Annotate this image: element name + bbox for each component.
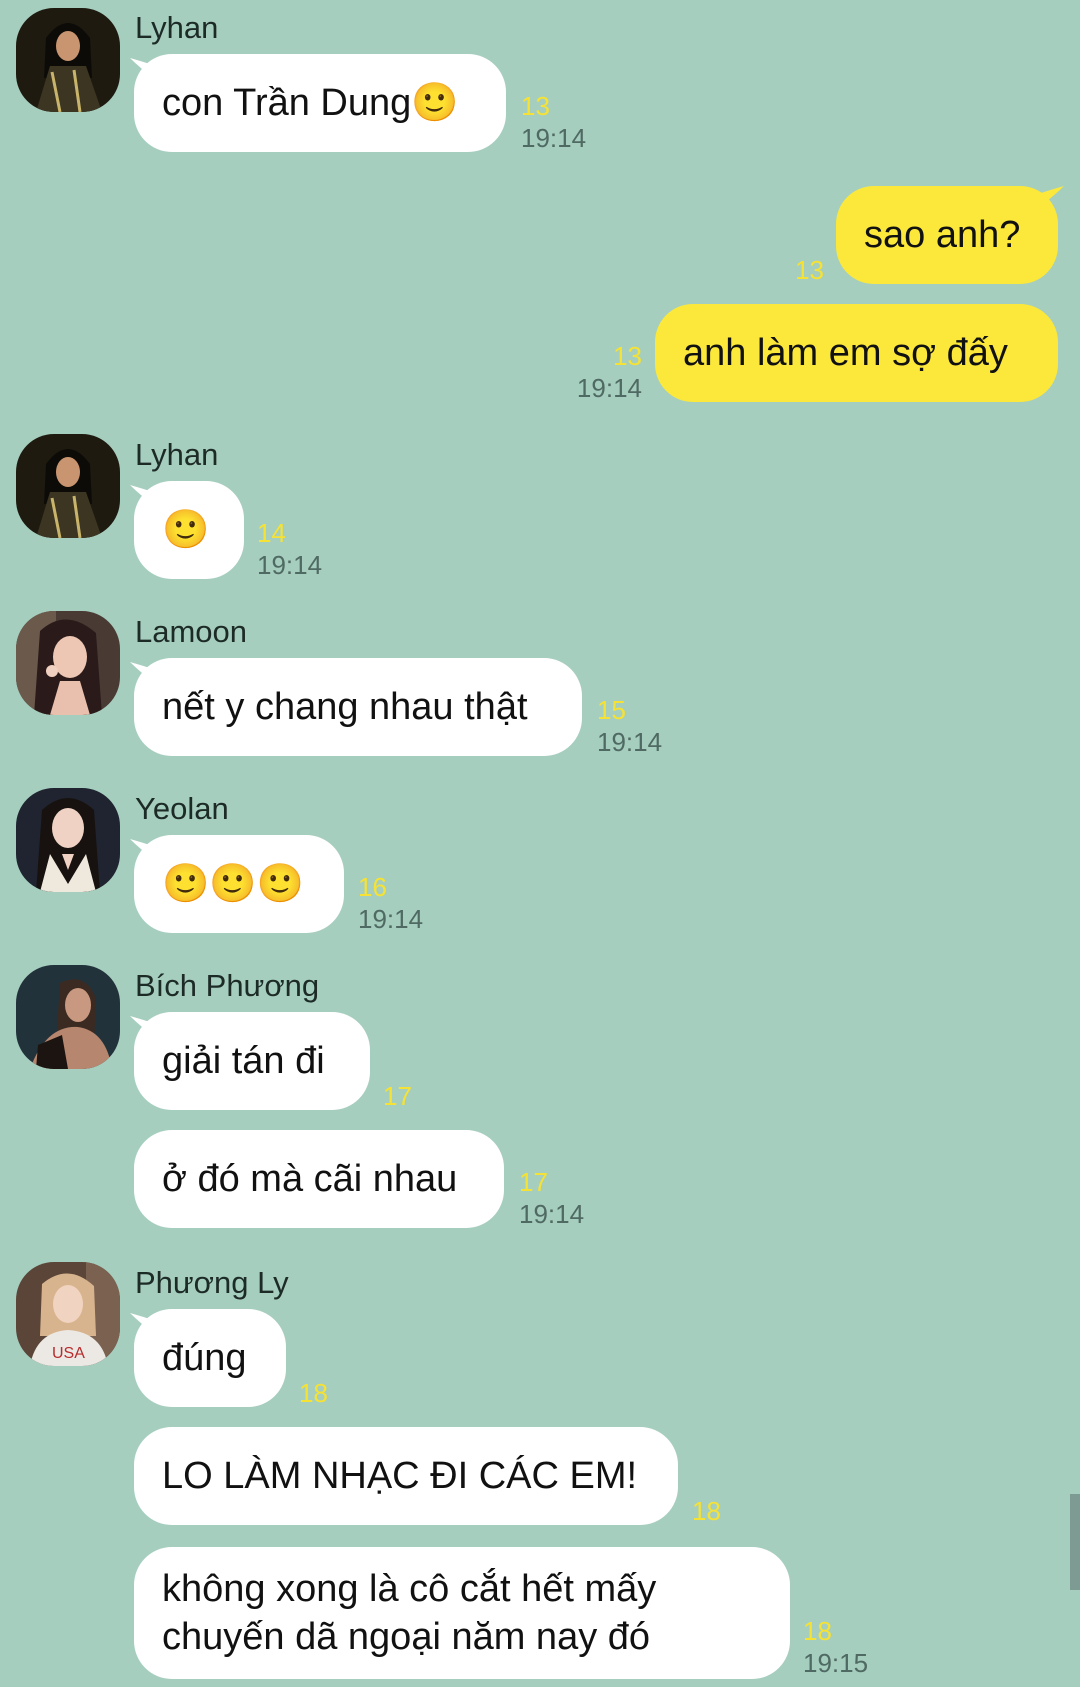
message-meta: 13 19:14 (521, 90, 586, 154)
message-time: 19:14 (597, 727, 663, 757)
unread-count: 13 (613, 341, 642, 371)
avatar-lamoon[interactable] (16, 611, 120, 715)
unread-count: 13 (795, 255, 824, 285)
message-meta: 17 (383, 1080, 412, 1112)
message-meta: 18 (299, 1377, 328, 1409)
message-time: 19:15 (803, 1648, 869, 1678)
message-bubble[interactable]: con Trần Dung🙂 (134, 54, 506, 152)
message-text: ở đó mà cãi nhau (162, 1157, 458, 1200)
message-text: con Trần Dung🙂 (162, 82, 459, 124)
unread-count: 18 (803, 1616, 832, 1646)
message-text: không xong là cô cắt hết mấy chuyến dã n… (162, 1568, 657, 1658)
message-text: sao anh? (864, 213, 1021, 256)
message-bubble[interactable]: giải tán đi (134, 1012, 370, 1110)
message-meta: 14 19:14 (257, 517, 322, 581)
avatar-yeolan[interactable] (16, 788, 120, 892)
message-bubble[interactable]: ở đó mà cãi nhau (134, 1130, 504, 1228)
sender-name: Lamoon (135, 614, 248, 649)
message-bubble[interactable]: nết y chang nhau thật (134, 658, 582, 756)
message-time: 19:14 (358, 904, 424, 934)
message-bubble-mine[interactable]: sao anh? (836, 186, 1058, 284)
message-meta: 13 19:14 (560, 340, 642, 404)
message-meta: 18 (692, 1495, 721, 1527)
message-bubble-mine[interactable]: anh làm em sợ đấy (655, 304, 1058, 402)
avatar-phuong-ly[interactable]: USA (16, 1262, 120, 1366)
message-text: đúng (162, 1336, 247, 1379)
sender-name: Lyhan (135, 437, 219, 472)
unread-count: 18 (299, 1378, 328, 1408)
message-text: 🙂🙂🙂 (162, 863, 304, 905)
chat-screen: { "colors": { "background": "#a6cebf", "… (0, 0, 1080, 1687)
message-meta: 17 19:14 (519, 1166, 584, 1230)
message-bubble[interactable]: 🙂 (134, 481, 244, 579)
message-bubble[interactable]: 🙂🙂🙂 (134, 835, 344, 933)
unread-count: 18 (692, 1496, 721, 1526)
message-time: 19:14 (521, 123, 587, 153)
sender-name: Lyhan (135, 10, 219, 45)
avatar-lyhan[interactable] (16, 8, 120, 112)
message-text: anh làm em sợ đấy (683, 331, 1008, 374)
message-meta: 13 (760, 254, 824, 286)
message-time: 19:14 (519, 1199, 585, 1229)
message-meta: 18 19:15 (803, 1615, 868, 1679)
message-bubble[interactable]: LO LÀM NHẠC ĐI CÁC EM! (134, 1427, 678, 1525)
message-text: nết y chang nhau thật (162, 685, 528, 728)
message-time: 19:14 (257, 550, 323, 580)
message-bubble[interactable]: không xong là cô cắt hết mấy chuyến dã n… (134, 1547, 790, 1679)
unread-count: 14 (257, 518, 286, 548)
sender-name: Yeolan (135, 791, 229, 826)
unread-count: 17 (383, 1081, 412, 1111)
unread-count: 17 (519, 1167, 548, 1197)
message-meta: 16 19:14 (358, 871, 423, 935)
svg-text:USA: USA (52, 1345, 85, 1362)
message-text: giải tán đi (162, 1039, 325, 1082)
message-meta: 15 19:14 (597, 694, 662, 758)
message-text: LO LÀM NHẠC ĐI CÁC EM! (162, 1454, 638, 1497)
unread-count: 16 (358, 872, 387, 902)
message-bubble[interactable]: đúng (134, 1309, 286, 1407)
sender-name: Phương Ly (135, 1265, 289, 1300)
sender-name: Bích Phương (135, 968, 320, 1003)
avatar-bich-phuong[interactable] (16, 965, 120, 1069)
unread-count: 15 (597, 695, 626, 725)
message-time: 19:14 (576, 373, 642, 403)
scrollbar-thumb[interactable] (1070, 1494, 1080, 1590)
message-text: 🙂 (162, 509, 210, 551)
avatar-lyhan[interactable] (16, 434, 120, 538)
unread-count: 13 (521, 91, 550, 121)
